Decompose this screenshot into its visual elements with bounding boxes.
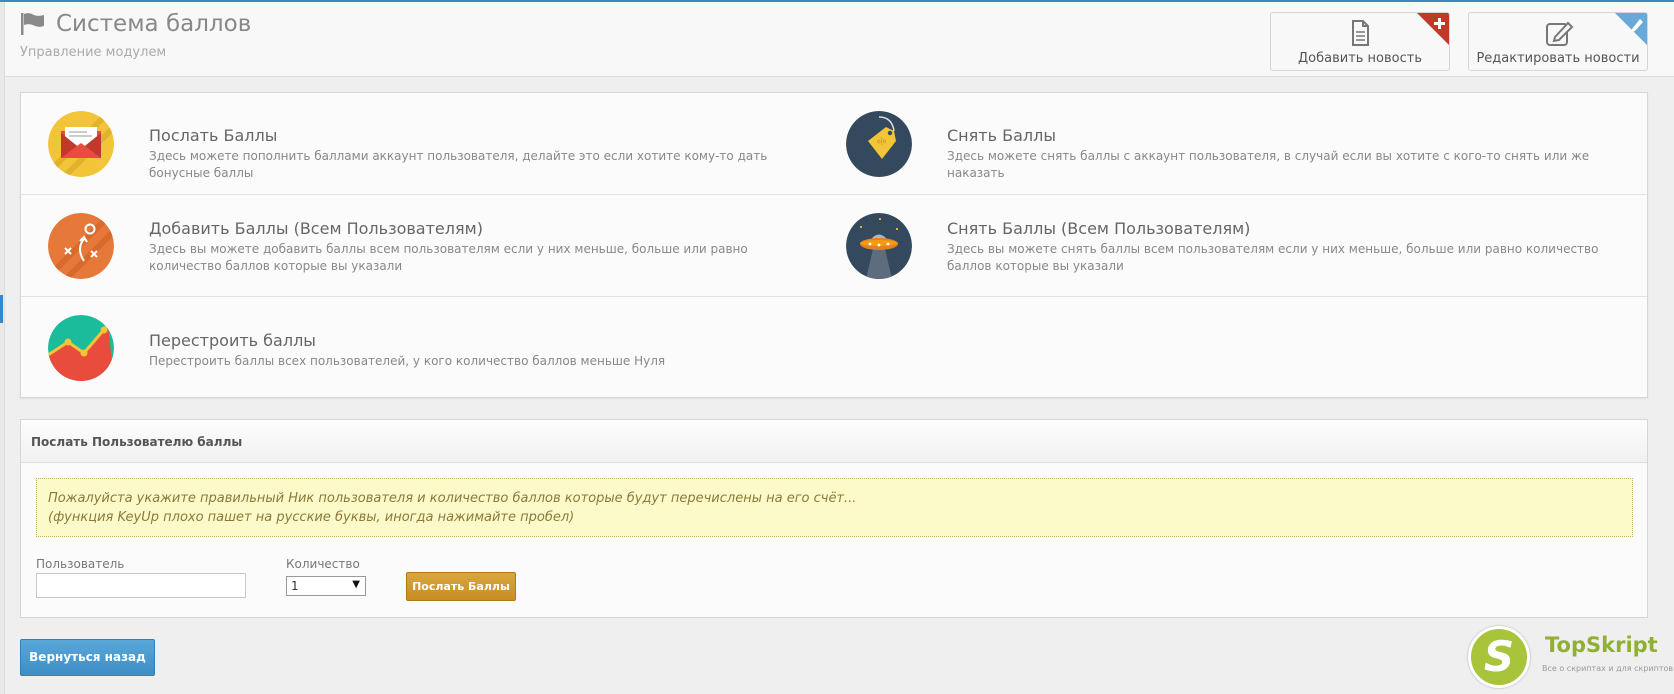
remove-points-desc: Здесь можете снять баллы с аккаунт польз…: [947, 149, 1590, 180]
rebuild-points-title: Перестроить баллы: [149, 331, 316, 350]
remove-points-all-title: Снять Баллы (Всем Пользователям): [947, 219, 1251, 238]
plus-corner-icon: [1417, 13, 1449, 45]
send-points-desc: Здесь можете пополнить баллами аккаунт п…: [149, 149, 768, 180]
line-chart-icon: [48, 315, 114, 381]
edit-news-button[interactable]: Редактировать новости: [1468, 12, 1648, 71]
send-points-title: Послать Баллы: [149, 126, 278, 145]
left-active-marker: [0, 295, 3, 323]
rebuild-points-action[interactable]: Перестроить баллы Перестроить баллы всех…: [21, 297, 821, 399]
remove-points-action[interactable]: % Снять Баллы Здесь можете снять баллы с…: [819, 93, 1619, 194]
price-tag-icon: %: [846, 110, 912, 177]
topskript-tagline: Все о скриптах и для скриптов...: [1542, 664, 1674, 673]
strategy-board-icon: [48, 212, 114, 279]
edit-document-icon: [1546, 21, 1574, 46]
actions-panel: Послать Баллы Здесь можете пополнить бал…: [20, 92, 1648, 398]
actions-row: Добавить Баллы (Всем Пользователям) Здес…: [21, 195, 1647, 297]
page-subtitle: Управление модулем: [20, 45, 167, 60]
quantity-field-label: Количество: [286, 557, 360, 571]
notice-box: Пожалуйста укажите правильный Ник пользо…: [36, 478, 1633, 537]
remove-points-all-desc: Здесь вы можете снять баллы всем пользов…: [947, 242, 1599, 273]
edit-news-label: Редактировать новости: [1476, 51, 1640, 66]
add-points-all-title: Добавить Баллы (Всем Пользователям): [149, 219, 483, 238]
remove-points-all-action[interactable]: Снять Баллы (Всем Пользователям) Здесь в…: [819, 195, 1619, 296]
actions-row: Перестроить баллы Перестроить баллы всех…: [21, 297, 1647, 399]
add-news-label: Добавить новость: [1297, 51, 1423, 66]
user-field-label: Пользователь: [36, 557, 125, 571]
rebuild-points-desc: Перестроить баллы всех пользователей, у …: [149, 354, 666, 368]
page-header: Система баллов Управление модулем Добави…: [5, 2, 1674, 77]
send-points-heading: Послать Пользователю баллы: [21, 420, 1647, 463]
page-title: Система баллов: [20, 11, 251, 37]
topskript-logo-letter: S: [1483, 632, 1515, 681]
remove-points-title: Снять Баллы: [947, 126, 1056, 145]
send-points-panel: Послать Пользователю баллы Пожалуйста ук…: [20, 419, 1648, 618]
send-points-action[interactable]: Послать Баллы Здесь можете пополнить бал…: [21, 93, 821, 194]
quantity-value: 1: [291, 579, 299, 593]
back-button[interactable]: Вернуться назад: [20, 639, 155, 676]
left-sidebar-edge: [0, 2, 5, 694]
notice-line-1: Пожалуйста укажите правильный Ник пользо…: [48, 491, 857, 506]
pencil-corner-icon: [1615, 13, 1647, 45]
user-input[interactable]: [36, 573, 246, 598]
add-points-all-action[interactable]: Добавить Баллы (Всем Пользователям) Здес…: [21, 195, 821, 296]
send-points-button[interactable]: Послать Баллы: [406, 572, 516, 601]
notice-line-2: (функция KeyUp плохо пашет на русские бу…: [48, 510, 575, 525]
actions-row: Послать Баллы Здесь можете пополнить бал…: [21, 93, 1647, 195]
add-news-button[interactable]: Добавить новость: [1270, 12, 1450, 71]
page-title-text: Система баллов: [56, 11, 252, 37]
add-points-all-desc: Здесь вы можете добавить баллы всем поль…: [149, 242, 748, 273]
quantity-select[interactable]: 1 ▼: [286, 576, 366, 596]
dropdown-arrow-icon: ▼: [352, 579, 360, 590]
topskript-name: TopSkript: [1545, 633, 1658, 657]
topskript-watermark: S TopSkript Все о скриптах и для скрипто…: [1468, 626, 1674, 692]
flag-icon: [21, 13, 44, 35]
ufo-icon: [846, 212, 912, 279]
topskript-logo-icon: S: [1468, 626, 1530, 688]
envelope-icon: [48, 110, 114, 177]
document-icon: [1352, 20, 1369, 46]
